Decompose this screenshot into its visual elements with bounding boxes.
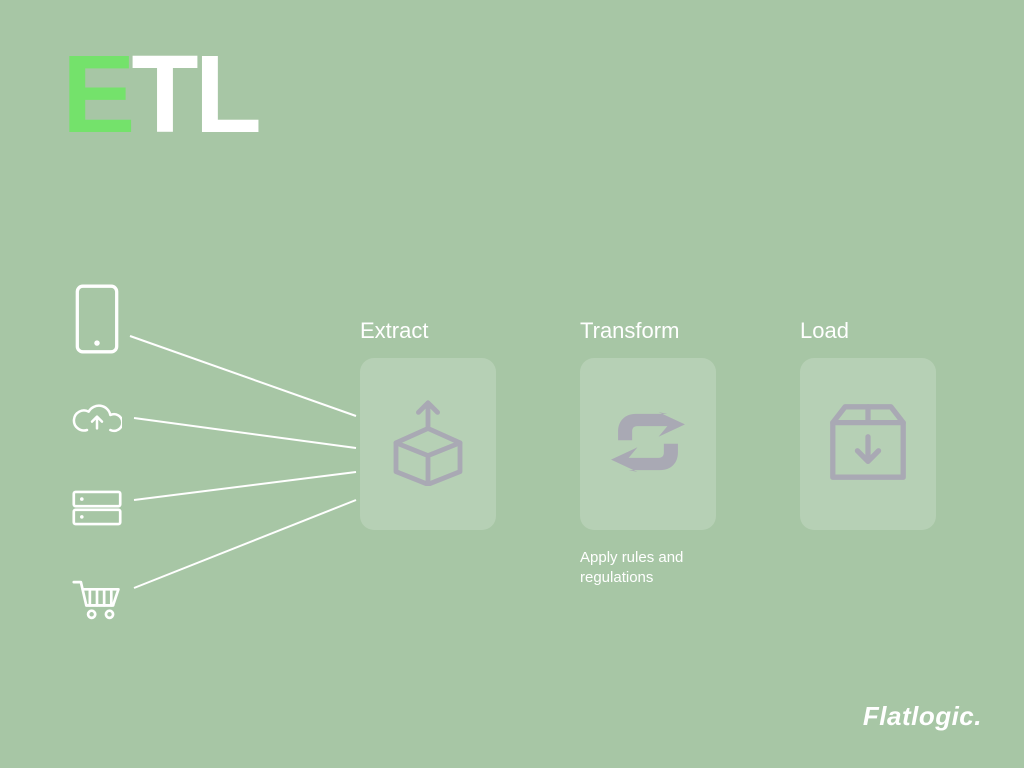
step-card-load bbox=[800, 358, 936, 530]
step-transform: Transform Apply rules and regulations bbox=[580, 318, 716, 589]
title-highlight-letter: E bbox=[62, 33, 131, 156]
step-load: Load bbox=[800, 318, 936, 589]
cycle-arrows-icon bbox=[604, 398, 692, 491]
step-label-transform: Transform bbox=[580, 318, 679, 344]
step-label-extract: Extract bbox=[360, 318, 428, 344]
etl-steps-row: Extract Transform Apply rules and regula… bbox=[360, 356, 936, 627]
step-extract: Extract bbox=[360, 318, 496, 589]
diagram-title: ETL bbox=[62, 40, 258, 150]
source-icons-column bbox=[72, 284, 122, 624]
package-download-icon bbox=[824, 398, 912, 491]
cloud-upload-icon bbox=[72, 400, 122, 440]
servers-icon bbox=[72, 486, 122, 530]
box-arrow-up-icon bbox=[384, 398, 472, 491]
step-label-load: Load bbox=[800, 318, 849, 344]
step-card-extract bbox=[360, 358, 496, 530]
mobile-icon bbox=[72, 284, 122, 354]
step-subtext-transform: Apply rules and regulations bbox=[580, 548, 683, 589]
cart-icon bbox=[72, 576, 122, 624]
title-rest: TL bbox=[131, 33, 257, 156]
brand-attribution: Flatlogic. bbox=[863, 701, 982, 732]
step-card-transform bbox=[580, 358, 716, 530]
